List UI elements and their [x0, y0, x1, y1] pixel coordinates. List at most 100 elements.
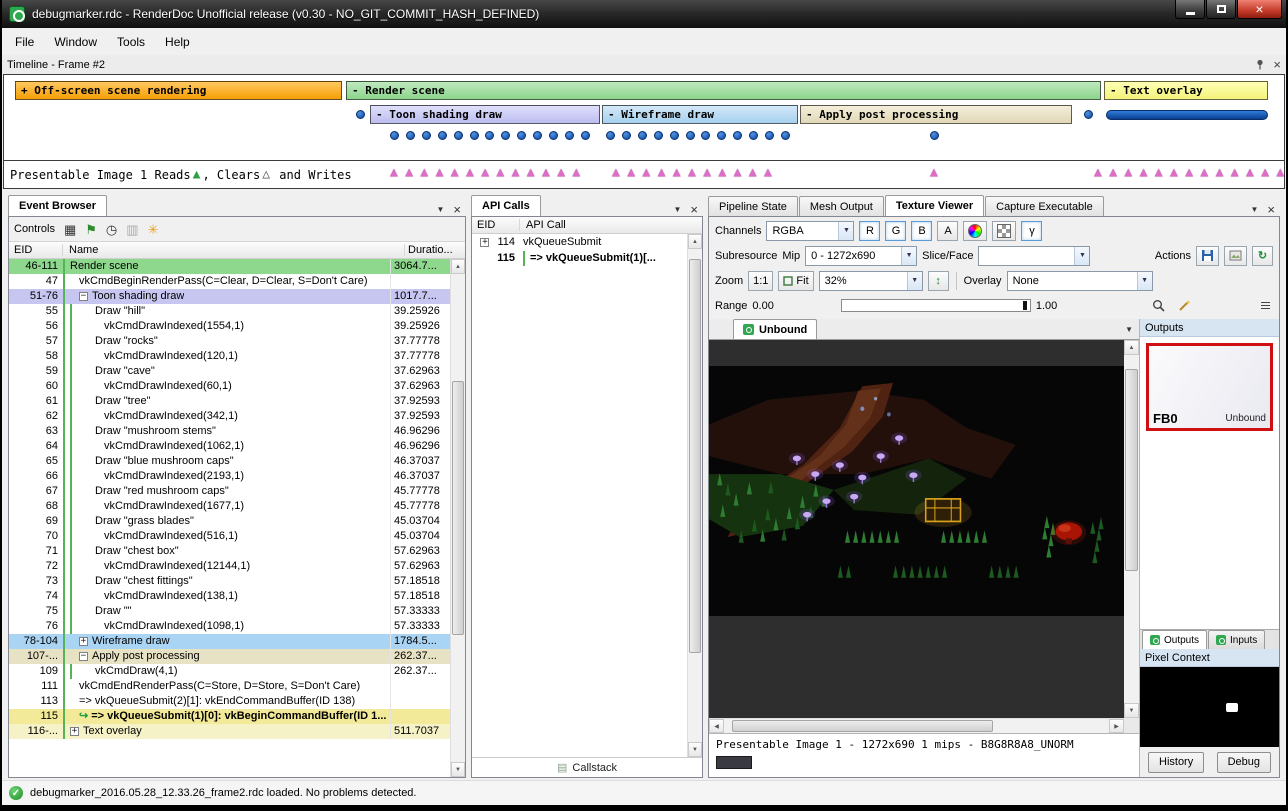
- usage-triangle[interactable]: ▲: [1246, 165, 1254, 180]
- event-row[interactable]: 55Draw "hill"39.25926: [9, 304, 450, 319]
- event-row[interactable]: 78-104+Wireframe draw1784.5...: [9, 634, 450, 649]
- scroll-down-icon[interactable]: ▼: [688, 742, 702, 757]
- overlay-dropdown[interactable]: None ▼: [1007, 271, 1153, 291]
- event-row[interactable]: 47vkCmdBeginRenderPass(C=Clear, D=Clear,…: [9, 274, 450, 289]
- event-row[interactable]: 60vkCmdDrawIndexed(60,1)37.62963: [9, 379, 450, 394]
- usage-triangle[interactable]: ▲: [436, 165, 444, 180]
- usage-triangle[interactable]: ▲: [1155, 165, 1163, 180]
- usage-triangle[interactable]: ▲: [1170, 165, 1178, 180]
- timeline-close-icon[interactable]: ×: [1273, 58, 1281, 71]
- usage-triangle[interactable]: ▲: [1109, 165, 1117, 180]
- usage-triangle[interactable]: ▲: [1216, 165, 1224, 180]
- event-row[interactable]: 109vkCmdDraw(4,1)262.37...: [9, 664, 450, 679]
- scroll-thumb[interactable]: [452, 381, 464, 635]
- fb0-thumbnail[interactable]: FB0 Unbound: [1146, 343, 1273, 431]
- event-row[interactable]: 61Draw "tree"37.92593: [9, 394, 450, 409]
- range-slider[interactable]: [841, 299, 1031, 312]
- drawcall-dot[interactable]: [438, 131, 447, 140]
- scroll-down-icon[interactable]: ▼: [1124, 703, 1139, 718]
- scroll-right-icon[interactable]: ▶: [1109, 719, 1124, 733]
- event-row[interactable]: 111vkCmdEndRenderPass(C=Store, D=Store, …: [9, 679, 450, 694]
- channel-b-button[interactable]: B: [911, 221, 932, 241]
- drawcall-dot[interactable]: [454, 131, 463, 140]
- event-row[interactable]: 59Draw "cave"37.62963: [9, 364, 450, 379]
- usage-triangle[interactable]: ▲: [1200, 165, 1208, 180]
- scroll-down-icon[interactable]: ▼: [451, 762, 465, 777]
- drawcall-dot[interactable]: [1084, 110, 1093, 119]
- tab-api-calls[interactable]: API Calls: [471, 195, 541, 216]
- usage-triangle[interactable]: ▲: [627, 165, 635, 180]
- usage-triangle[interactable]: ▲: [658, 165, 666, 180]
- event-row[interactable]: 74vkCmdDrawIndexed(138,1)57.18518: [9, 589, 450, 604]
- usage-triangle[interactable]: ▲: [572, 165, 580, 180]
- menu-file[interactable]: File: [5, 31, 44, 53]
- usage-triangle[interactable]: ▲: [496, 165, 504, 180]
- drawcall-dot[interactable]: [717, 131, 726, 140]
- timeline-bar-offscreen[interactable]: + Off-screen scene rendering: [15, 81, 342, 100]
- drawcall-dot[interactable]: [781, 131, 790, 140]
- event-row[interactable]: 113=> vkQueueSubmit(2)[1]: vkEndCommandB…: [9, 694, 450, 709]
- event-row[interactable]: 73Draw "chest fittings"57.18518: [9, 574, 450, 589]
- menu-window[interactable]: Window: [44, 31, 107, 53]
- zoom-range-button[interactable]: [1148, 296, 1169, 316]
- expander-icon[interactable]: +: [70, 727, 79, 736]
- titlebar[interactable]: debugmarker.rdc - RenderDoc Unofficial r…: [2, 0, 1286, 28]
- callstack-bar[interactable]: ▤ Callstack: [472, 757, 702, 777]
- flip-y-button[interactable]: ↕: [928, 271, 949, 291]
- usage-triangle[interactable]: ▲: [390, 165, 398, 180]
- texture-vscrollbar[interactable]: ▲ ▼: [1124, 340, 1139, 718]
- drawcall-dot[interactable]: [686, 131, 695, 140]
- tab-list-icon[interactable]: ▼: [1125, 325, 1133, 334]
- filter-icon[interactable]: ▦: [64, 223, 76, 236]
- expander-icon[interactable]: +: [79, 637, 88, 646]
- scroll-thumb[interactable]: [1125, 369, 1138, 571]
- drawcall-dot[interactable]: [654, 131, 663, 140]
- event-row[interactable]: 72vkCmdDrawIndexed(12144,1)57.62963: [9, 559, 450, 574]
- toolbar-overflow-button[interactable]: [1257, 296, 1273, 316]
- drawcall-dot[interactable]: [622, 131, 631, 140]
- event-row[interactable]: 115↪=> vkQueueSubmit(1)[0]: vkBeginComma…: [9, 709, 450, 724]
- dock-close-icon[interactable]: ×: [453, 203, 461, 216]
- scroll-up-icon[interactable]: ▲: [1124, 340, 1139, 355]
- drawcall-dot[interactable]: [565, 131, 574, 140]
- event-row[interactable]: 51-76−Toon shading draw1017.7...: [9, 289, 450, 304]
- usage-triangle[interactable]: ▲: [703, 165, 711, 180]
- tab-capture-executable[interactable]: Capture Executable: [985, 196, 1104, 216]
- usage-triangle[interactable]: ▲: [1124, 165, 1132, 180]
- column-duration[interactable]: Duratio...: [405, 244, 465, 256]
- scroll-up-icon[interactable]: ▲: [688, 234, 702, 249]
- dock-menu-icon[interactable]: ▼: [673, 205, 681, 214]
- drawcall-dot[interactable]: [765, 131, 774, 140]
- event-row[interactable]: 71Draw "chest box"57.62963: [9, 544, 450, 559]
- scroll-thumb[interactable]: [689, 259, 701, 653]
- event-row[interactable]: 107-...−Apply post processing262.37...: [9, 649, 450, 664]
- autofit-range-button[interactable]: [1174, 296, 1195, 316]
- usage-triangle[interactable]: ▲: [930, 165, 938, 180]
- drawcall-dot[interactable]: [422, 131, 431, 140]
- close-button[interactable]: ×: [1237, 0, 1282, 19]
- drawcall-dot[interactable]: [930, 131, 939, 140]
- timeline-bar-render-scene[interactable]: - Render scene: [346, 81, 1101, 100]
- drawcall-dot[interactable]: [733, 131, 742, 140]
- maximize-button[interactable]: [1206, 0, 1236, 19]
- drawcall-dot[interactable]: [501, 131, 510, 140]
- slice-face-dropdown[interactable]: ▼: [978, 246, 1090, 266]
- drawcall-dot[interactable]: [406, 131, 415, 140]
- usage-triangle[interactable]: ▲: [542, 165, 550, 180]
- debug-button[interactable]: Debug: [1217, 752, 1271, 773]
- mip-dropdown[interactable]: 0 - 1272x690 ▼: [805, 246, 917, 266]
- custom-shader-button[interactable]: [963, 221, 987, 241]
- drawcall-dot[interactable]: [701, 131, 710, 140]
- drawcall-dot[interactable]: [549, 131, 558, 140]
- usage-triangle[interactable]: ▲: [612, 165, 620, 180]
- zoom-percent-input[interactable]: 32% ▼: [819, 271, 923, 291]
- gamma-button[interactable]: γ: [1021, 221, 1042, 241]
- usage-triangle[interactable]: ▲: [1094, 165, 1102, 180]
- event-row[interactable]: 75Draw ""57.33333: [9, 604, 450, 619]
- event-row[interactable]: 64vkCmdDrawIndexed(1062,1)46.96296: [9, 439, 450, 454]
- usage-triangle[interactable]: ▲: [673, 165, 681, 180]
- channel-g-button[interactable]: G: [885, 221, 906, 241]
- minimize-button[interactable]: [1175, 0, 1205, 19]
- jump-to-eid-icon[interactable]: ⚑: [85, 223, 97, 236]
- usage-triangle[interactable]: ▲: [1231, 165, 1239, 180]
